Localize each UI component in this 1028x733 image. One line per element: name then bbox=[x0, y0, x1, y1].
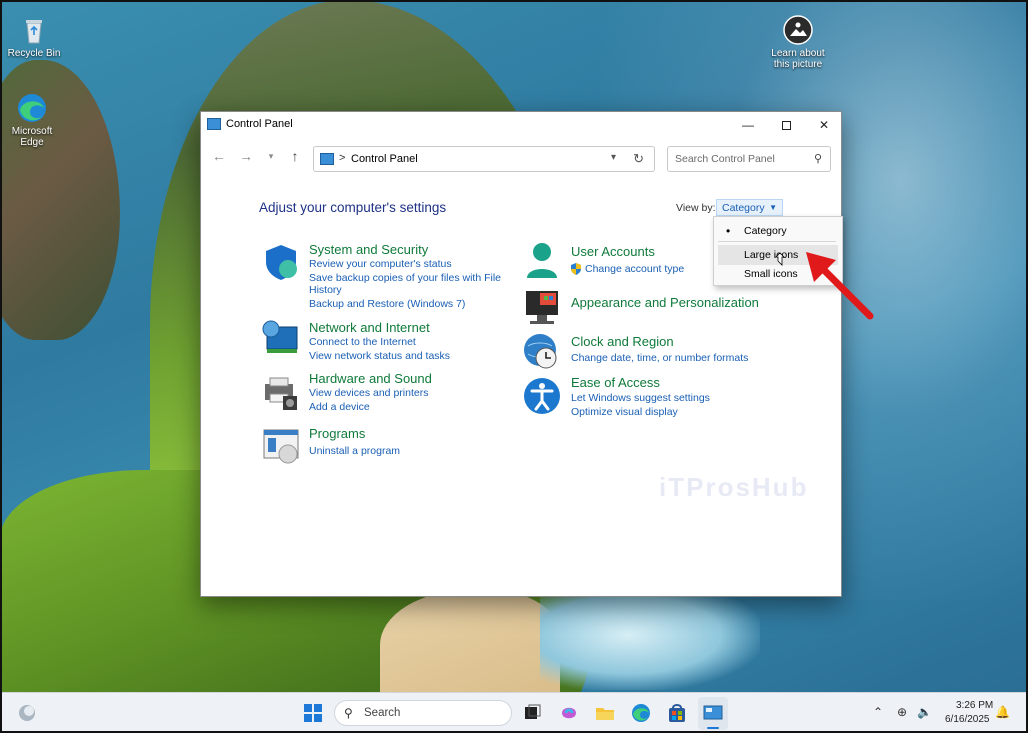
category-link[interactable]: Change account type bbox=[585, 263, 684, 275]
window-title: Control Panel bbox=[226, 118, 293, 130]
navigation-bar: ← → ▾ ↑ > Control Panel ▾ ↻ Search Contr… bbox=[201, 142, 841, 174]
category-link[interactable]: Optimize visual display bbox=[571, 406, 678, 418]
back-button[interactable]: ← bbox=[209, 148, 229, 164]
refresh-button[interactable]: ↻ bbox=[633, 151, 644, 167]
taskbar: ⚲ Search ⌃ ⊕ 🔈 3:26 PM 6/16/2025 🔔 bbox=[0, 692, 1028, 733]
search-icon: ⚲ bbox=[344, 706, 353, 720]
search-icon: ⚲ bbox=[813, 153, 822, 165]
taskbar-control-panel-button[interactable] bbox=[698, 697, 728, 730]
control-panel-icon bbox=[207, 118, 221, 130]
clock-time[interactable]: 3:26 PM bbox=[956, 700, 993, 711]
category-link[interactable]: View network status and tasks bbox=[309, 350, 450, 362]
minimize-icon: — bbox=[742, 118, 754, 132]
maximize-button[interactable] bbox=[767, 112, 805, 138]
option-label: Category bbox=[744, 225, 787, 237]
task-view-icon[interactable] bbox=[521, 702, 543, 724]
clock-date[interactable]: 6/16/2025 bbox=[945, 714, 990, 725]
view-by-selected: Category bbox=[722, 202, 765, 214]
user-icon bbox=[527, 243, 557, 278]
category-title[interactable]: User Accounts bbox=[571, 244, 655, 259]
widgets-icon[interactable] bbox=[16, 702, 38, 724]
desktop-icon-learn-about-picture[interactable]: Learn about this picture bbox=[766, 14, 830, 70]
category-link[interactable]: Review your computer's status bbox=[309, 258, 452, 270]
forward-button[interactable]: → bbox=[236, 148, 256, 164]
shield-icon bbox=[266, 245, 297, 280]
category-link[interactable]: Add a device bbox=[309, 401, 370, 413]
control-panel-window: Control Panel — ✕ ← → ▾ ↑ > Control Pane… bbox=[200, 111, 843, 597]
desktop-icon-microsoft-edge[interactable]: Microsoft Edge bbox=[0, 92, 64, 148]
category-title[interactable]: Appearance and Personalization bbox=[571, 295, 759, 310]
red-arrow-annotation bbox=[806, 252, 874, 320]
desktop-icon-label: Learn about this picture bbox=[771, 48, 825, 70]
language-globe-icon[interactable]: ⊕ bbox=[897, 705, 907, 719]
recycle-bin-icon bbox=[18, 14, 50, 46]
category-title[interactable]: Ease of Access bbox=[571, 375, 660, 390]
recent-locations-button[interactable]: ▾ bbox=[261, 151, 281, 162]
store-icon[interactable] bbox=[666, 702, 688, 724]
picture-info-icon bbox=[782, 14, 814, 46]
watermark: iTProsHub bbox=[659, 472, 809, 502]
clock-globe-icon bbox=[524, 334, 557, 369]
option-label: Small icons bbox=[744, 268, 798, 280]
category-title[interactable]: Hardware and Sound bbox=[309, 371, 432, 386]
desktop-icon-label: Microsoft Edge bbox=[11, 126, 53, 148]
minimize-button[interactable]: — bbox=[729, 112, 767, 138]
beach bbox=[380, 590, 560, 692]
category-title[interactable]: Programs bbox=[309, 426, 365, 441]
taskbar-search[interactable]: ⚲ Search bbox=[334, 700, 512, 726]
category-title[interactable]: System and Security bbox=[309, 242, 428, 257]
mouse-cursor-icon bbox=[775, 252, 785, 266]
page-title: Adjust your computer's settings bbox=[259, 200, 447, 215]
copilot-icon[interactable] bbox=[558, 702, 580, 724]
breadcrumb-separator: > bbox=[339, 152, 346, 164]
category-link[interactable]: Connect to the Internet bbox=[309, 336, 416, 348]
category-link[interactable]: History bbox=[309, 284, 342, 296]
close-icon: ✕ bbox=[818, 118, 830, 132]
appearance-icon bbox=[526, 291, 558, 324]
category-link[interactable]: Change date, time, or number formats bbox=[571, 352, 748, 364]
network-icon bbox=[262, 320, 298, 353]
option-label: Large icons bbox=[744, 249, 799, 261]
accessibility-icon bbox=[524, 378, 560, 414]
notification-bell-icon[interactable]: 🔔 bbox=[995, 705, 1010, 719]
category-title[interactable]: Clock and Region bbox=[571, 334, 674, 349]
start-button-icon[interactable] bbox=[302, 702, 324, 724]
printer-icon bbox=[265, 377, 297, 410]
view-by-label: View by: bbox=[676, 202, 716, 214]
edge-icon[interactable] bbox=[630, 702, 652, 724]
view-option-category[interactable]: • Category bbox=[714, 221, 842, 241]
address-bar[interactable]: > Control Panel ▾ ↻ bbox=[313, 146, 655, 172]
programs-icon bbox=[263, 429, 299, 464]
category-link[interactable]: Uninstall a program bbox=[309, 445, 400, 457]
show-hidden-icons-button[interactable]: ⌃ bbox=[873, 705, 883, 719]
selected-bullet-icon: • bbox=[726, 224, 731, 238]
dropdown-divider bbox=[718, 241, 836, 242]
edge-icon bbox=[16, 92, 48, 124]
control-panel-icon bbox=[320, 153, 334, 165]
category-title[interactable]: Network and Internet bbox=[309, 320, 430, 335]
maximize-icon bbox=[781, 120, 791, 130]
active-indicator bbox=[707, 727, 719, 729]
desktop-icon-label: Recycle Bin bbox=[7, 48, 61, 59]
category-link[interactable]: Save backup copies of your files with Fi… bbox=[309, 272, 501, 284]
close-button[interactable]: ✕ bbox=[805, 112, 843, 138]
control-panel-icon bbox=[703, 705, 723, 720]
up-button[interactable]: ↑ bbox=[285, 148, 305, 164]
taskbar-search-label: Search bbox=[364, 707, 401, 719]
search-input[interactable]: Search Control Panel ⚲ bbox=[667, 146, 831, 172]
desktop-icon-recycle-bin[interactable]: Recycle Bin bbox=[2, 14, 66, 59]
category-link[interactable]: Backup and Restore (Windows 7) bbox=[309, 298, 465, 310]
volume-icon[interactable]: 🔈 bbox=[917, 705, 932, 719]
category-link[interactable]: Let Windows suggest settings bbox=[571, 392, 710, 404]
breadcrumb-control-panel[interactable]: Control Panel bbox=[351, 153, 418, 165]
chevron-down-icon: ▼ bbox=[769, 203, 777, 212]
uac-shield-icon bbox=[571, 263, 581, 275]
file-explorer-icon[interactable] bbox=[594, 702, 616, 724]
search-placeholder: Search Control Panel bbox=[675, 153, 775, 165]
category-link[interactable]: View devices and printers bbox=[309, 387, 428, 399]
address-dropdown-button[interactable]: ▾ bbox=[611, 152, 616, 163]
view-by-select[interactable]: Category ▼ bbox=[716, 199, 783, 216]
title-bar[interactable]: Control Panel — ✕ bbox=[201, 112, 841, 138]
